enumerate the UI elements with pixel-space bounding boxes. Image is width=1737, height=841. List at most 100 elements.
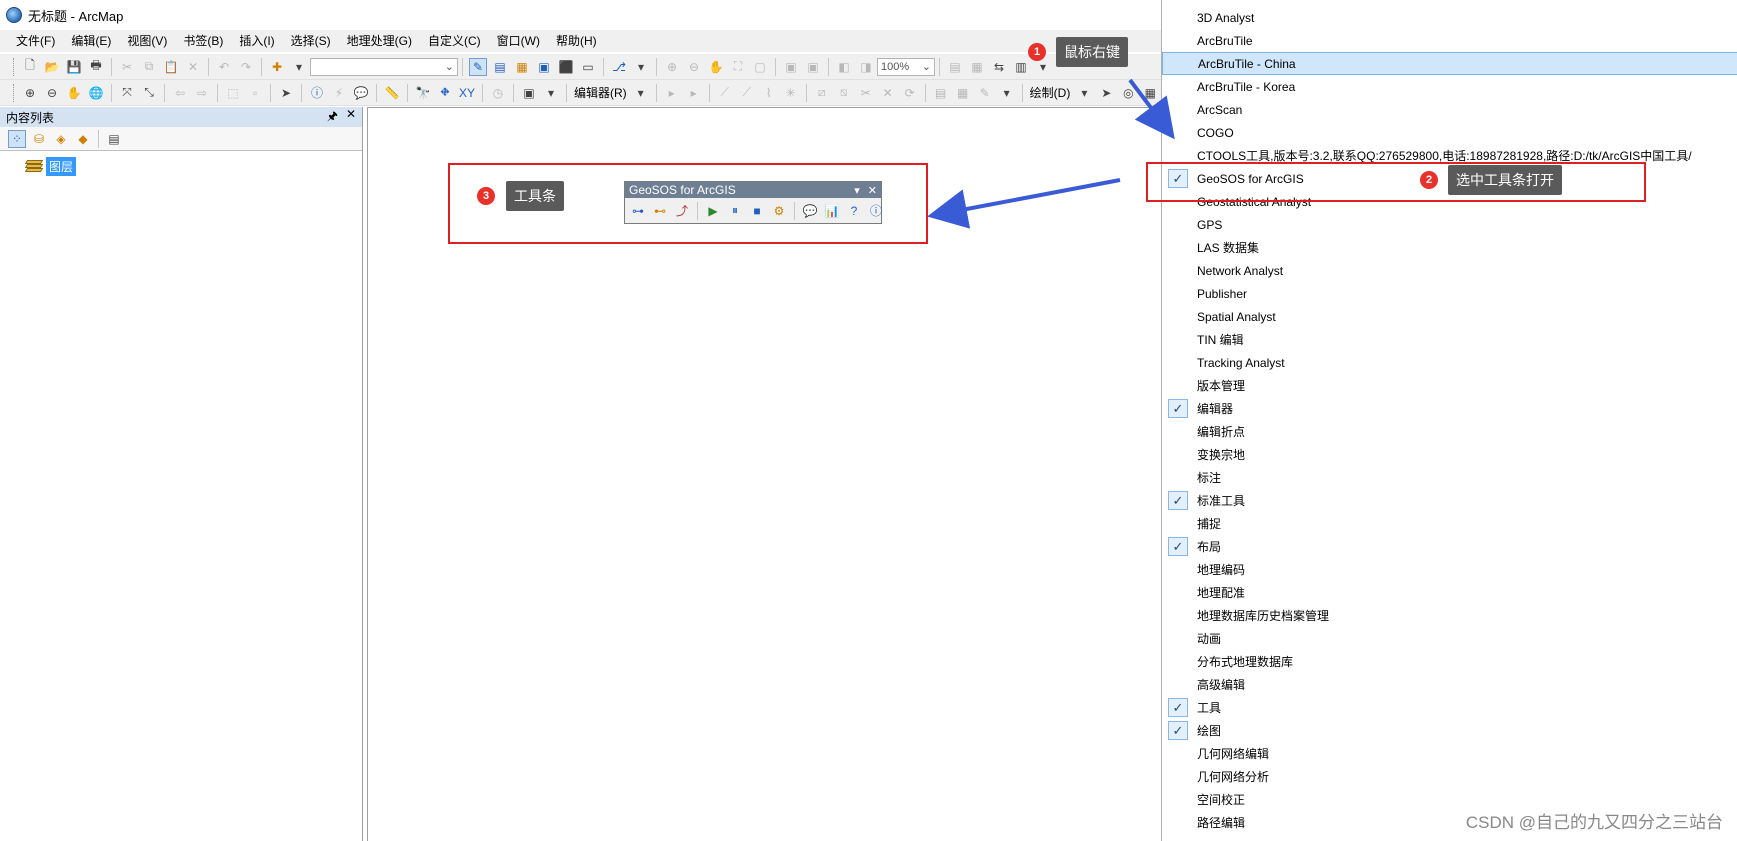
context-menu-item[interactable]: ✓ 绘图 [1162, 719, 1737, 742]
menu-customize[interactable]: 自定义(C) [420, 30, 489, 52]
context-menu-item[interactable]: 3D Analyst [1162, 6, 1737, 29]
find-route-icon[interactable]: ⛖ [436, 84, 454, 102]
fixed-zoom-in-icon[interactable]: ⤧ [118, 84, 136, 102]
cut-polygons-icon[interactable]: ✂ [857, 84, 875, 102]
clear-selection-icon[interactable]: ▫ [246, 84, 264, 102]
layout-zoom-in-icon[interactable]: ⊕ [663, 58, 681, 76]
context-menu-item[interactable]: 变换宗地 [1162, 443, 1737, 466]
zoom-to-selected-icon[interactable]: ▦ [1141, 84, 1159, 102]
go-forward-icon[interactable]: ⇨ [193, 84, 211, 102]
context-menu-item[interactable]: 高级编辑 [1162, 673, 1737, 696]
select-features-icon[interactable]: ⬚ [224, 84, 242, 102]
open-folder-icon[interactable]: 📂 [43, 58, 61, 76]
context-menu-item[interactable]: 地理编码 [1162, 558, 1737, 581]
context-menu-item[interactable]: Network Analyst [1162, 259, 1737, 282]
chevron-down-icon[interactable]: ▾ [1075, 84, 1093, 102]
chevron-down-icon[interactable]: ▾ [632, 84, 650, 102]
toolbar-overflow-icon[interactable]: ▾ [542, 84, 560, 102]
close-icon[interactable]: ✕ [346, 107, 356, 128]
context-menu-item[interactable]: 分布式地理数据库 [1162, 650, 1737, 673]
menu-geoprocessing[interactable]: 地理处理(G) [339, 30, 420, 52]
context-menu-item[interactable]: ArcBruTile [1162, 29, 1737, 52]
context-menu-item[interactable]: ✓ 编辑器 [1162, 397, 1737, 420]
redo-icon[interactable]: ↷ [237, 58, 255, 76]
go-to-xy-icon[interactable]: XY [458, 84, 476, 102]
options-icon[interactable]: ▤ [105, 130, 123, 148]
point-icon[interactable]: ✳ [782, 84, 800, 102]
find-icon[interactable]: 🔭 [414, 84, 432, 102]
tree-structure-icon[interactable]: ⊶ [629, 202, 647, 220]
play-icon[interactable]: ▶ [704, 202, 722, 220]
fixed-zoom-in-icon[interactable]: ▣ [782, 58, 800, 76]
forward-extent-icon[interactable]: ◨ [857, 58, 875, 76]
zoom-percent-combo[interactable]: 100% ⌄ [877, 57, 935, 76]
context-menu-item[interactable]: 几何网络编辑 [1162, 742, 1737, 765]
zoom-out-icon[interactable]: ⊖ [43, 84, 61, 102]
go-back-icon[interactable]: ⇦ [171, 84, 189, 102]
python-window-icon[interactable]: ▭ [579, 58, 597, 76]
new-document-icon[interactable]: 🗋 [21, 58, 39, 76]
sketch-properties-icon[interactable]: ▦ [954, 84, 972, 102]
trace-icon[interactable]: ⌇ [760, 84, 778, 102]
paste-icon[interactable]: 📋 [162, 58, 180, 76]
pause-icon[interactable]: ⏸ [726, 202, 744, 220]
create-features-icon[interactable]: ✎ [976, 84, 994, 102]
context-menu-item[interactable]: 版本管理 [1162, 374, 1737, 397]
context-menu-item[interactable]: 地理配准 [1162, 581, 1737, 604]
menu-file[interactable]: 文件(F) [8, 30, 63, 52]
menu-selection[interactable]: 选择(S) [283, 30, 339, 52]
list-by-drawing-order-icon[interactable]: ⁘ [8, 129, 26, 148]
editor-menu-button[interactable]: 编辑器(R) [574, 84, 627, 101]
time-slider-icon[interactable]: ◷ [489, 84, 507, 102]
context-menu-item[interactable]: 地理数据库历史档案管理 [1162, 604, 1737, 627]
editor-toolbar-icon[interactable]: ✎ [469, 57, 487, 76]
end-point-arc-icon[interactable]: ⟋ [738, 84, 756, 102]
drawing-menu-button[interactable]: 绘制(D) [1030, 84, 1071, 101]
context-menu-item[interactable]: ✓ 工具 [1162, 696, 1737, 719]
zoom-in-icon[interactable]: ⊕ [21, 84, 39, 102]
create-viewer-icon[interactable]: ▣ [520, 84, 538, 102]
data-driven-pages-icon[interactable]: ▥ [1012, 58, 1030, 76]
context-menu-item[interactable]: 标注 [1162, 466, 1737, 489]
context-menu-item[interactable]: 动画 [1162, 627, 1737, 650]
copy-icon[interactable]: ⧉ [140, 58, 158, 76]
layout-pan-icon[interactable]: ✋ [707, 58, 725, 76]
attributes-icon[interactable]: ▤ [932, 84, 950, 102]
chevron-down-icon[interactable]: ▾ [854, 184, 860, 197]
hyperlink-icon[interactable]: ⚡ [330, 84, 348, 102]
edit-tool-icon[interactable]: ▸ [663, 84, 681, 102]
print-icon[interactable]: 🖶 [87, 58, 105, 76]
select-elements-icon[interactable]: ➤ [277, 84, 295, 102]
focus-data-frame-icon[interactable]: ▦ [968, 58, 986, 76]
straight-segment-icon[interactable]: ⟋ [716, 84, 734, 102]
zoom-100-icon[interactable]: ▢ [751, 58, 769, 76]
context-menu-item[interactable]: TIN 编辑 [1162, 328, 1737, 351]
settings-icon[interactable]: ⚙ [770, 202, 788, 220]
context-menu-item[interactable]: GPS [1162, 213, 1737, 236]
fixed-zoom-out-icon[interactable]: ⤡ [140, 84, 158, 102]
html-popup-icon[interactable]: 💬 [352, 84, 370, 102]
menu-edit[interactable]: 编辑(E) [63, 30, 119, 52]
context-menu-item[interactable]: LAS 数据集 [1162, 236, 1737, 259]
hierarchy-icon[interactable]: ⊷ [651, 202, 669, 220]
message-icon[interactable]: 💬 [801, 202, 819, 220]
identify-icon[interactable]: ⓘ [308, 84, 326, 102]
table-icon[interactable]: ▤ [491, 58, 509, 76]
rotate-icon[interactable]: ⟳ [901, 84, 919, 102]
back-extent-icon[interactable]: ◧ [835, 58, 853, 76]
menu-insert[interactable]: 插入(I) [231, 30, 282, 52]
edit-vertices-icon[interactable]: ⧄ [813, 84, 831, 102]
context-menu-item[interactable]: 捕捉 [1162, 512, 1737, 535]
change-layout-icon[interactable]: ⇆ [990, 58, 1008, 76]
reshape-icon[interactable]: ⧅ [835, 84, 853, 102]
delete-icon[interactable]: ✕ [184, 58, 202, 76]
context-menu-item[interactable]: ✓ 标准工具 [1162, 489, 1737, 512]
pin-icon[interactable]: 🖈 [327, 107, 338, 128]
undo-icon[interactable]: ↶ [215, 58, 233, 76]
context-menu-item[interactable]: 几何网络分析 [1162, 765, 1737, 788]
bar-chart-icon[interactable]: 📊 [823, 202, 841, 220]
toolbar-overflow-icon[interactable]: ▾ [632, 58, 650, 76]
context-menu-item[interactable]: Spatial Analyst [1162, 305, 1737, 328]
rotate-element-icon[interactable]: ◎ [1119, 84, 1137, 102]
menu-windows[interactable]: 窗口(W) [489, 30, 548, 52]
